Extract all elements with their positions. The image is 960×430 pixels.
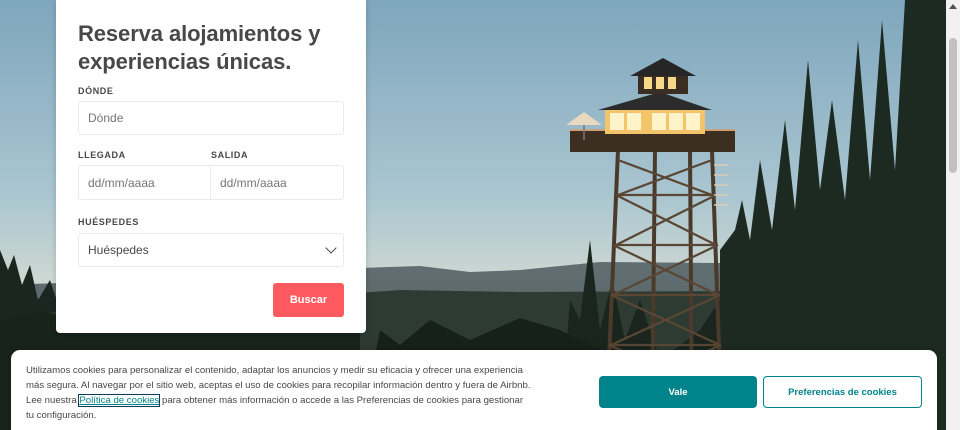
guests-select-value: Huéspedes bbox=[88, 243, 149, 257]
search-card: Reserva alojamientos y experiencias únic… bbox=[56, 0, 366, 333]
checkout-input[interactable]: dd/mm/aaaa bbox=[211, 166, 343, 199]
chevron-down-icon bbox=[325, 241, 337, 254]
checkin-input[interactable]: dd/mm/aaaa bbox=[79, 166, 211, 199]
where-input[interactable]: Dónde bbox=[78, 101, 344, 135]
cookie-message: Utilizamos cookies para personalizar el … bbox=[26, 363, 531, 423]
guests-label: HUÉSPEDES bbox=[78, 217, 139, 227]
scrollbar-thumb[interactable] bbox=[949, 38, 957, 173]
checkout-label: SALIDA bbox=[211, 150, 249, 160]
page-scrollbar[interactable] bbox=[946, 0, 960, 430]
accept-cookies-button[interactable]: Vale bbox=[599, 376, 757, 408]
cookie-banner: Utilizamos cookies para personalizar el … bbox=[11, 350, 937, 430]
guests-select[interactable]: Huéspedes bbox=[78, 233, 344, 267]
where-label: DÓNDE bbox=[78, 86, 114, 96]
search-title: Reserva alojamientos y experiencias únic… bbox=[78, 21, 321, 74]
date-range-field: dd/mm/aaaa dd/mm/aaaa bbox=[78, 165, 344, 200]
cookie-policy-link[interactable]: Política de cookies bbox=[78, 394, 161, 407]
search-button[interactable]: Buscar bbox=[273, 283, 344, 317]
checkin-label: LLEGADA bbox=[78, 150, 126, 160]
scroll-up-arrow-icon[interactable] bbox=[949, 4, 957, 9]
cookie-preferences-button[interactable]: Preferencias de cookies bbox=[763, 376, 922, 408]
